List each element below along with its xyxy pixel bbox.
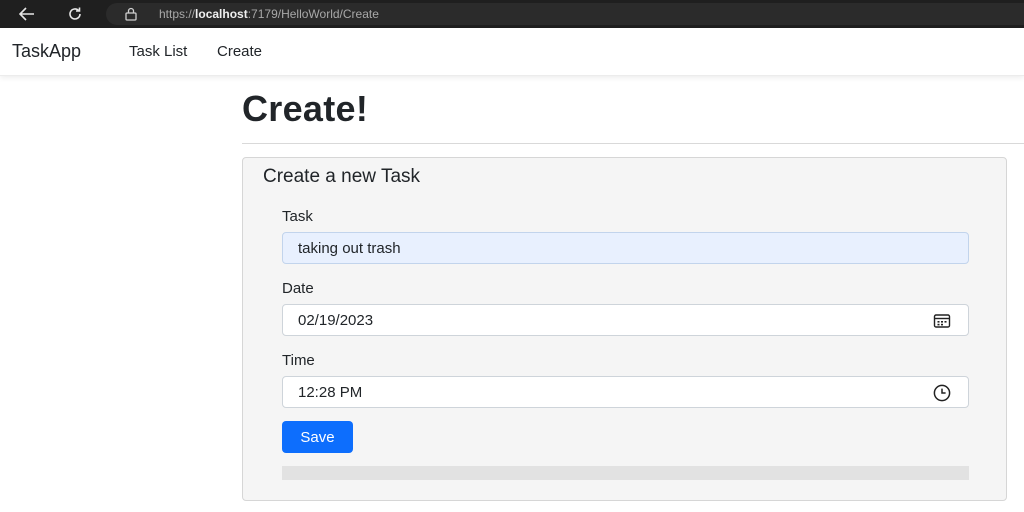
create-task-card: Create a new Task Task taking out trash …: [242, 157, 1007, 501]
date-input[interactable]: 02/19/2023: [282, 304, 969, 336]
task-label: Task: [282, 208, 313, 225]
address-bar[interactable]: https://localhost:7179/HelloWorld/Create: [106, 3, 1024, 25]
time-input[interactable]: 12:28 PM: [282, 376, 969, 408]
task-input-value: taking out trash: [298, 240, 401, 257]
calendar-icon[interactable]: [933, 313, 951, 329]
back-arrow-icon[interactable]: [14, 1, 40, 27]
save-button[interactable]: Save: [282, 421, 353, 453]
nav-link-task-list[interactable]: Task List: [129, 43, 187, 60]
title-divider: [242, 143, 1024, 144]
page-title: Create!: [242, 88, 369, 129]
date-input-value: 02/19/2023: [298, 312, 374, 329]
url-text: https://localhost:7179/HelloWorld/Create: [159, 7, 379, 21]
nav-link-create[interactable]: Create: [217, 43, 262, 60]
time-input-value: 12:28 PM: [298, 384, 363, 401]
bottom-strip: [282, 466, 969, 480]
browser-toolbar: https://localhost:7179/HelloWorld/Create: [0, 0, 1024, 28]
brand-link[interactable]: TaskApp: [12, 41, 81, 62]
lock-icon: [124, 7, 138, 21]
task-input[interactable]: taking out trash: [282, 232, 969, 264]
clock-icon[interactable]: [933, 384, 951, 402]
time-label: Time: [282, 352, 315, 369]
date-label: Date: [282, 280, 314, 297]
card-heading: Create a new Task: [263, 166, 421, 187]
reload-icon[interactable]: [62, 1, 88, 27]
app-navbar: TaskApp Task List Create: [0, 28, 1024, 76]
